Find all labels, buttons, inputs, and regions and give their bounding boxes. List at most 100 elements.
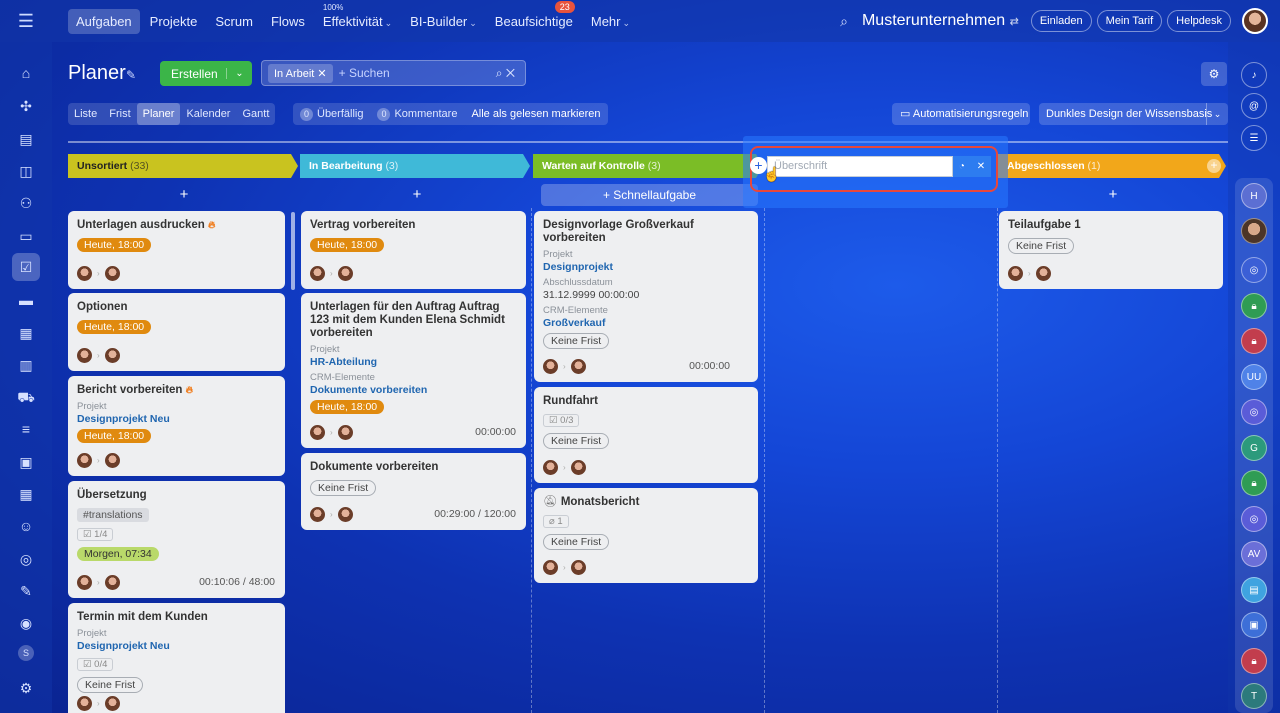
creator-avatar[interactable] [310, 425, 325, 440]
nav-aufgaben[interactable]: Aufgaben [68, 8, 140, 34]
search-icon[interactable]: ⌕ [840, 13, 848, 30]
task-card[interactable]: Rundfahrt ☑ 0/3 Keine Frist › [534, 387, 758, 483]
deadline-badge[interactable]: Heute, 18:00 [310, 238, 385, 252]
responsible-avatar[interactable] [570, 359, 586, 374]
card-icon[interactable]: ▣ [17, 453, 35, 471]
task-title[interactable]: Termin mit dem Kunden [77, 611, 276, 624]
creator-avatar[interactable] [543, 359, 558, 374]
company-name[interactable]: Musterunternehmen ⇄ [862, 12, 1019, 30]
responsible-avatar[interactable] [104, 696, 120, 711]
task-card[interactable]: Teilaufgabe 1 Keine Frist › [999, 211, 1223, 289]
chevron-down-icon[interactable]: ⌄ [1206, 103, 1228, 125]
responsible-avatar[interactable] [104, 575, 120, 590]
search-filter-box[interactable]: In Arbeit ✕ + Suchen ⌕ ✕ [261, 60, 526, 86]
project-link[interactable]: Designprojekt Neu [77, 413, 276, 425]
add-task-icon[interactable]: + [174, 186, 194, 203]
feed-icon[interactable]: ▤ [17, 130, 35, 148]
group-icon[interactable]: ◎ [1241, 506, 1267, 532]
column-header-abgeschlossen[interactable]: Abgeschlossen (1) [998, 154, 1226, 178]
task-title[interactable]: Vertrag vorbereiten [310, 219, 517, 232]
task-card[interactable]: Dokumente vorbereiten Keine Frist › 00:2… [301, 453, 526, 530]
close-icon[interactable]: ✕ [317, 68, 326, 80]
project-link[interactable]: Designprojekt Neu [77, 640, 276, 652]
contacts-icon[interactable]: ⚇ [17, 194, 35, 212]
responsible-avatar[interactable] [337, 266, 353, 281]
column-header-in-bearbeitung[interactable]: In Bearbeitung (3) [300, 154, 530, 178]
theme-select[interactable]: Dunkles Design der Wissensbasis ⌄ [1039, 103, 1228, 125]
automation-button[interactable]: ▭ Automatisierungsregeln [892, 103, 1030, 125]
deadline-badge[interactable]: Keine Frist [310, 480, 377, 496]
bell-icon[interactable]: ♪ [1241, 62, 1267, 88]
calendar-icon[interactable]: ▦ [17, 485, 35, 503]
task-card[interactable]: 🔕︎ Monatsbericht ⌀ 1 Keine Frist › [534, 488, 758, 583]
creator-avatar[interactable] [77, 348, 92, 363]
nav-mehr[interactable]: Mehr ⌄ [583, 9, 638, 34]
creator-avatar[interactable] [1008, 266, 1023, 281]
invite-button[interactable]: Einladen [1030, 10, 1092, 32]
search-input[interactable]: + Suchen [339, 66, 390, 80]
creator-avatar[interactable] [77, 453, 92, 468]
chat-icon[interactable]: ◫ [17, 162, 35, 180]
view-kalender[interactable]: Kalender [180, 103, 236, 125]
mark-all-read-button[interactable]: Alle als gelesen markieren [471, 108, 600, 120]
quick-task-button[interactable]: + Schnellaufgabe [541, 184, 758, 206]
creator-avatar[interactable] [77, 266, 92, 281]
task-card[interactable]: Übersetzung #translations ☑ 1/4 Morgen, … [68, 481, 285, 598]
nav-effektivitaet[interactable]: 100% Effektivität ⌄ [315, 3, 400, 34]
group-icon[interactable]: ◎ [1241, 257, 1267, 283]
task-title[interactable]: Monatsbericht [561, 496, 640, 508]
edit-icon[interactable]: ✎ [17, 582, 35, 600]
chevron-down-icon[interactable]: ⌄ [226, 68, 252, 79]
deadline-badge[interactable]: Heute, 18:00 [77, 429, 152, 443]
drive-icon[interactable]: ▬ [17, 291, 35, 309]
deadline-badge[interactable]: Heute, 18:00 [77, 238, 152, 252]
robot-icon[interactable]: ☺ [17, 517, 35, 535]
view-frist[interactable]: Frist [103, 103, 136, 125]
filter-icon[interactable]: ≡ [17, 420, 35, 438]
board-icon[interactable]: ▦ [17, 324, 35, 342]
filter-chip[interactable]: In Arbeit ✕ [268, 63, 333, 83]
creator-avatar[interactable] [543, 560, 558, 575]
settings-gear-icon[interactable]: ⚙ [17, 679, 35, 697]
contact-avatar[interactable] [1241, 218, 1267, 244]
deadline-badge[interactable]: Keine Frist [543, 433, 610, 449]
responsible-avatar[interactable] [570, 560, 586, 575]
deadline-badge[interactable]: Heute, 18:00 [310, 400, 385, 414]
task-card[interactable]: Vertrag vorbereiten Heute, 18:00 › [301, 211, 526, 289]
task-title[interactable]: Optionen [77, 301, 276, 314]
creator-avatar[interactable] [543, 460, 558, 475]
user-avatar[interactable] [1242, 8, 1268, 34]
creator-avatar[interactable] [77, 696, 92, 711]
task-title[interactable]: Rundfahrt [543, 395, 749, 408]
task-card[interactable]: Termin mit dem Kunden Projekt Designproj… [68, 603, 285, 713]
column-header-unsortiert[interactable]: Unsortiert (33) [68, 154, 298, 178]
deadline-badge[interactable]: Heute, 18:00 [77, 320, 152, 334]
menu-icon[interactable]: ☰ [0, 0, 52, 42]
nav-flows[interactable]: Flows [263, 9, 313, 34]
create-button[interactable]: Erstellen ⌄ [160, 61, 252, 86]
nav-bi-builder[interactable]: BI-Builder ⌄ [402, 9, 485, 34]
crm-link[interactable]: Großverkauf [543, 317, 749, 329]
document-icon[interactable]: ▭ [17, 227, 35, 245]
search-icon[interactable]: ⌕ ✕ [496, 66, 515, 81]
contact-av[interactable]: AV [1241, 541, 1267, 567]
support-icon[interactable]: ◉ [17, 614, 35, 632]
add-task-icon[interactable]: + [1103, 186, 1123, 203]
task-card[interactable]: Unterlagen für den Auftrag Auftrag 123 m… [301, 293, 526, 448]
deadline-badge[interactable]: Keine Frist [1008, 238, 1075, 254]
responsible-avatar[interactable] [1035, 266, 1051, 281]
card-icon[interactable]: ▣ [1241, 612, 1267, 638]
contact-g[interactable]: G [1241, 435, 1267, 461]
chat-icon[interactable]: ▤ [1241, 577, 1267, 603]
deadline-badge[interactable]: Keine Frist [543, 534, 610, 550]
task-title[interactable]: Bericht vorbereiten [77, 384, 182, 396]
tasks-icon[interactable]: ☑ [12, 253, 40, 281]
responsible-avatar[interactable] [104, 266, 120, 281]
task-title[interactable]: Unterlagen für den Auftrag Auftrag 123 m… [310, 301, 517, 340]
creator-avatar[interactable] [310, 507, 325, 522]
responsible-avatar[interactable] [104, 348, 120, 363]
comments-counter[interactable]: 0 Kommentare [377, 107, 457, 121]
task-title[interactable]: Teilaufgabe 1 [1008, 219, 1214, 232]
lock-icon[interactable]: 🔒︎ [1241, 470, 1267, 496]
responsible-avatar[interactable] [337, 425, 353, 440]
